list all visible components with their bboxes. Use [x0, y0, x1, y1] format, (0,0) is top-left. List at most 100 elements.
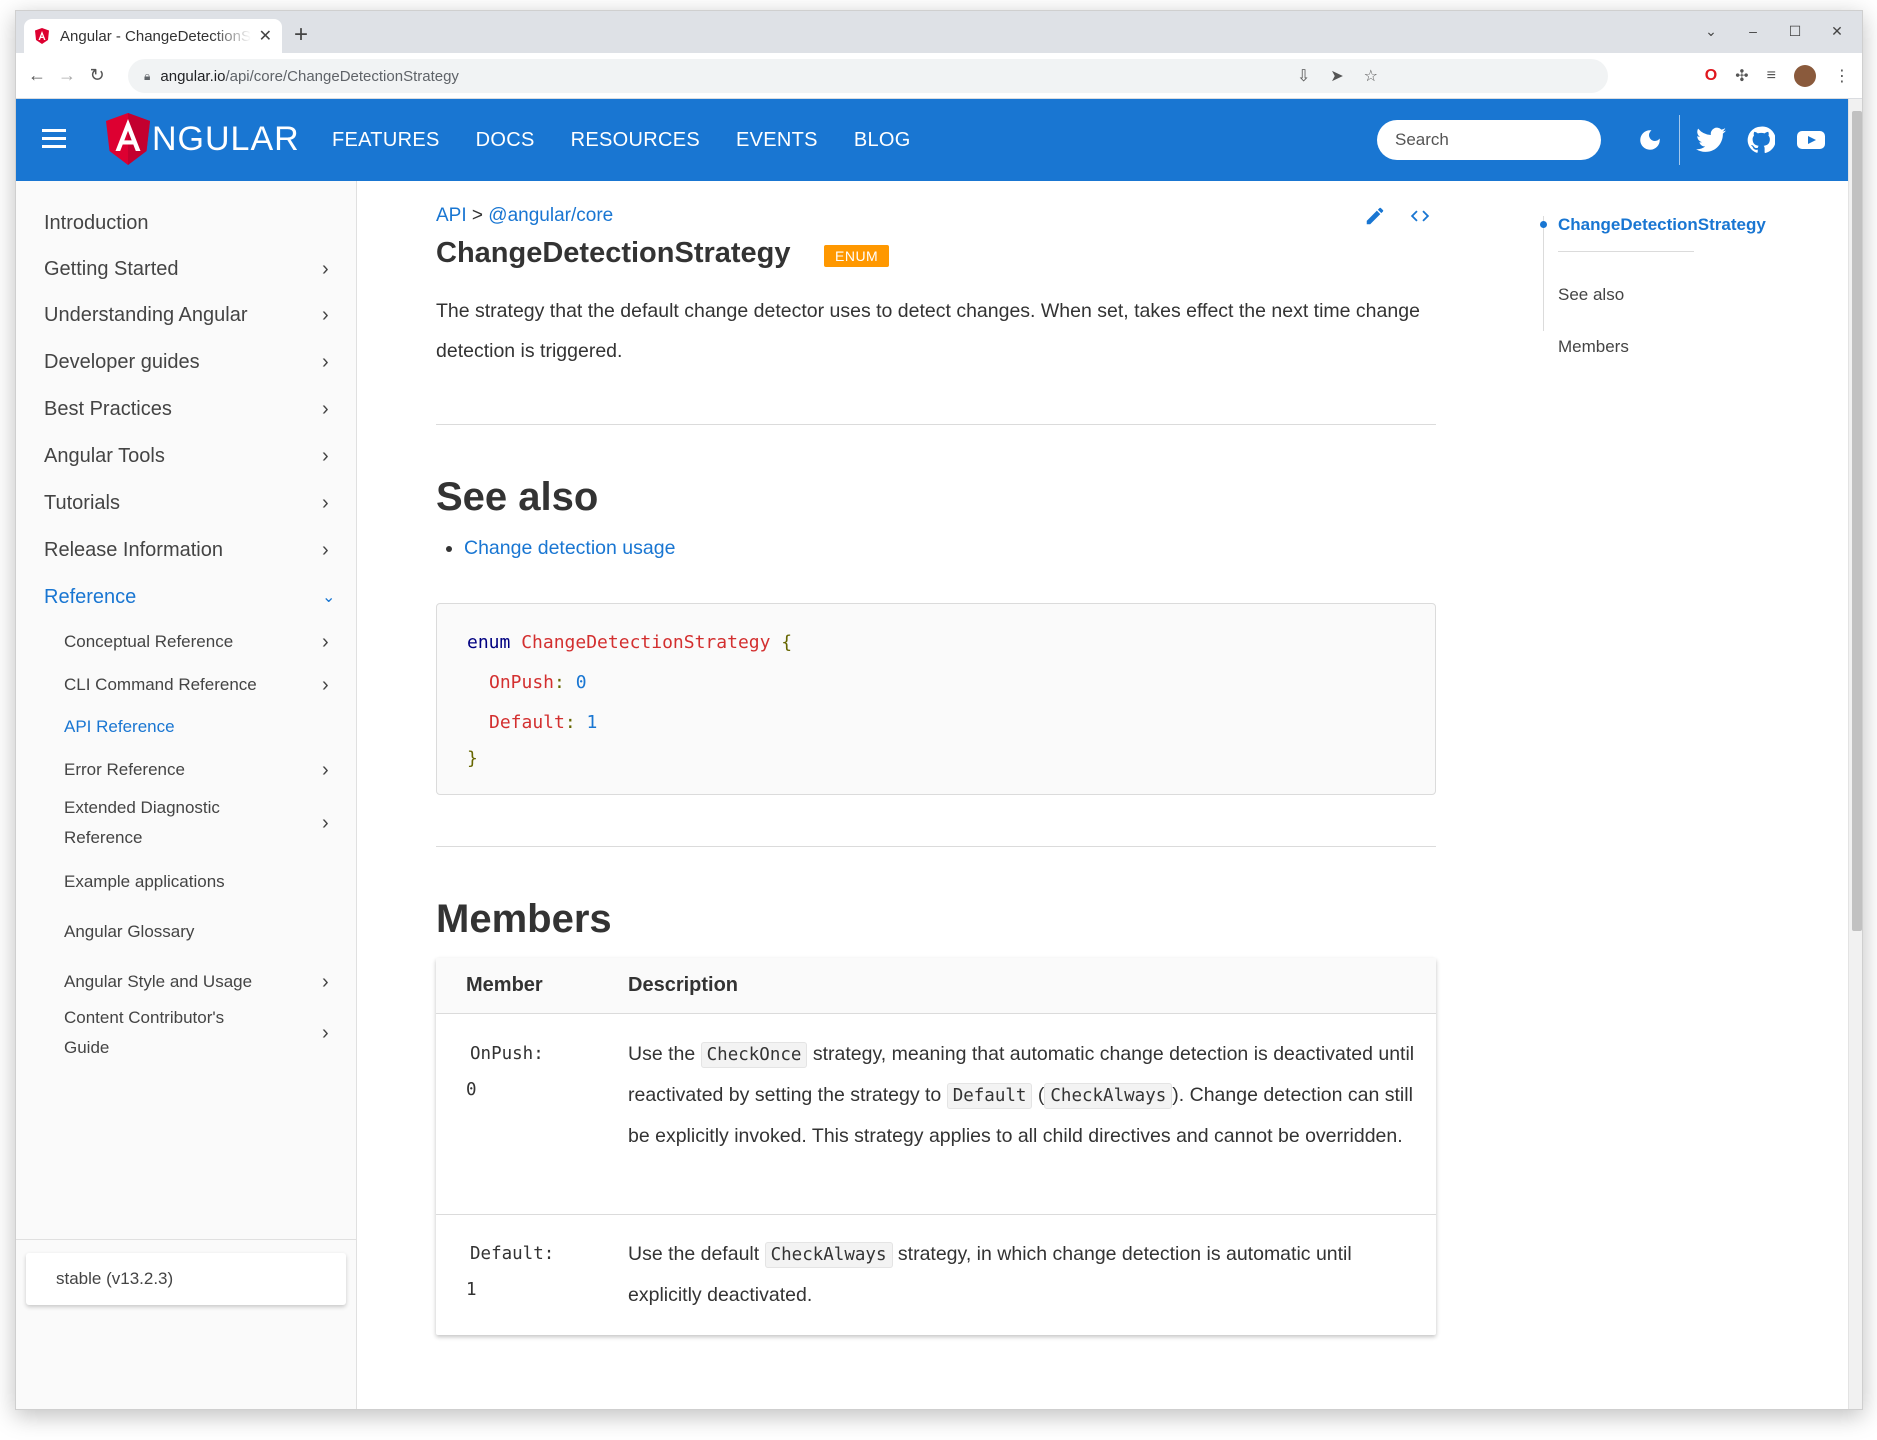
nav-resources[interactable]: RESOURCES: [571, 129, 700, 152]
page-description: The strategy that the default change det…: [436, 300, 1420, 362]
chevron-right-icon: ›: [322, 257, 329, 280]
back-icon[interactable]: ←: [22, 65, 52, 86]
chevron-right-icon: ›: [322, 970, 329, 993]
sidebar-item-conceptual-reference[interactable]: Conceptual Reference ›: [16, 625, 357, 659]
toc-item-see-also[interactable]: See also: [1558, 285, 1624, 305]
sidebar-item-label-group: Extended Diagnostic Reference: [64, 793, 220, 853]
version-selector[interactable]: stable (v13.2.3): [26, 1253, 346, 1305]
reading-list-icon[interactable]: ≡: [1767, 67, 1776, 85]
chevron-right-icon: ›: [322, 444, 329, 467]
nav-features[interactable]: FEATURES: [332, 129, 440, 152]
see-also-heading: See also: [436, 475, 599, 519]
scrollbar-thumb[interactable]: [1852, 111, 1862, 931]
send-icon[interactable]: ➤: [1330, 66, 1343, 86]
top-nav: FEATURES DOCS RESOURCES EVENTS BLOG: [332, 99, 911, 181]
tab-strip: Angular - ChangeDetectionStrategy ✕ + ⌄ …: [16, 11, 1862, 53]
sidebar-item-getting-started[interactable]: Getting Started ›: [16, 251, 357, 287]
browser-tab[interactable]: Angular - ChangeDetectionStrategy ✕: [24, 19, 282, 53]
chevron-right-icon: ›: [322, 491, 329, 514]
toc-item-changedetectionstrategy[interactable]: ChangeDetectionStrategy: [1558, 215, 1766, 235]
inline-code: Default: [946, 1083, 1033, 1109]
opera-icon[interactable]: O: [1705, 67, 1717, 85]
code-member: OnPush: [489, 672, 555, 693]
nav-blog[interactable]: BLOG: [854, 129, 911, 152]
edit-pencil-icon[interactable]: [1364, 205, 1386, 233]
sidebar-item-cli-command-reference[interactable]: CLI Command Reference ›: [16, 668, 357, 702]
toc-active-dot: [1540, 221, 1547, 228]
sidebar-item-tutorials[interactable]: Tutorials ›: [16, 485, 357, 521]
sidebar-item-label: Error Reference: [64, 760, 185, 779]
tab-close-icon[interactable]: ✕: [259, 26, 272, 46]
code-line-1: enum ChangeDetectionStrategy {: [467, 632, 792, 653]
profile-avatar[interactable]: [1794, 65, 1816, 87]
install-icon[interactable]: ⇩: [1297, 66, 1310, 86]
view-source-code-icon[interactable]: [1408, 205, 1432, 233]
member-description: Use the CheckOnce strategy, meaning that…: [628, 1034, 1418, 1156]
breadcrumb-api-link[interactable]: API: [436, 205, 467, 226]
angular-top-bar: NGULAR FEATURES DOCS RESOURCES EVENTS BL…: [16, 99, 1848, 181]
sidebar-item-example-applications[interactable]: Example applications: [16, 865, 357, 899]
reload-icon[interactable]: ↻: [82, 65, 112, 86]
tab-search-icon[interactable]: ⌄: [1704, 23, 1718, 40]
sidebar-item-understanding-angular[interactable]: Understanding Angular ›: [16, 297, 357, 333]
sidebar-item-content-contributors-guide[interactable]: Content Contributor's Guide ›: [16, 1001, 357, 1065]
url-path: /api/core/ChangeDetectionStrategy: [225, 67, 459, 85]
sidebar-item-label: Introduction: [44, 211, 149, 234]
sidebar-item-reference[interactable]: Reference ⌄: [16, 579, 357, 615]
nav-events[interactable]: EVENTS: [736, 129, 818, 152]
inline-code: CheckOnce: [700, 1042, 808, 1068]
twitter-icon[interactable]: [1694, 123, 1728, 157]
sidebar-item-label: Example applications: [64, 872, 225, 891]
code-keyword: enum: [467, 632, 511, 653]
breadcrumb-separator: >: [471, 205, 484, 226]
sidebar-item-release-information[interactable]: Release Information ›: [16, 532, 357, 568]
close-window-icon[interactable]: ✕: [1830, 23, 1844, 40]
sidebar-item-developer-guides[interactable]: Developer guides ›: [16, 344, 357, 380]
member-value: 0: [466, 1080, 477, 1100]
chevron-right-icon: ›: [322, 812, 329, 834]
chevron-right-icon: ›: [322, 1022, 329, 1044]
angular-logo[interactable]: NGULAR: [106, 113, 300, 165]
bookmark-star-icon[interactable]: ☆: [1364, 66, 1378, 86]
extensions-puzzle-icon[interactable]: ✣: [1735, 66, 1748, 86]
row-divider: [436, 1214, 1436, 1215]
change-detection-usage-link[interactable]: Change detection usage: [464, 537, 675, 559]
youtube-icon[interactable]: [1794, 123, 1828, 157]
chevron-right-icon: ›: [322, 758, 329, 781]
sidebar-item-api-reference[interactable]: API Reference: [16, 710, 357, 744]
dark-mode-icon[interactable]: [1633, 123, 1667, 157]
sidebar-item-angular-tools[interactable]: Angular Tools ›: [16, 438, 357, 474]
maximize-icon[interactable]: ☐: [1788, 23, 1802, 40]
vertical-scrollbar[interactable]: [1848, 99, 1862, 1409]
url-field[interactable]: 🔒︎ angular.io/api/core/ChangeDetectionSt…: [128, 59, 1608, 93]
chevron-right-icon: ›: [322, 673, 329, 696]
angular-shield-icon: [106, 113, 150, 165]
breadcrumb-package-link[interactable]: @angular/core: [488, 205, 613, 226]
nav-docs[interactable]: DOCS: [476, 129, 535, 152]
sidebar-item-angular-style-and-usage[interactable]: Angular Style and Usage ›: [16, 965, 357, 999]
sidebar-item-label: CLI Command Reference: [64, 675, 257, 694]
sidebar-item-introduction[interactable]: Introduction: [16, 205, 357, 241]
chevron-right-icon: ›: [322, 630, 329, 653]
divider: [1679, 115, 1680, 165]
sidebar-item-label: Angular Tools: [44, 444, 165, 467]
sidebar-item-label: Developer guides: [44, 350, 200, 373]
search-input[interactable]: [1377, 120, 1601, 160]
breadcrumb: API > @angular/core: [436, 205, 613, 227]
minimize-icon[interactable]: –: [1746, 23, 1760, 40]
github-icon[interactable]: [1744, 123, 1778, 157]
browser-window: Angular - ChangeDetectionStrategy ✕ + ⌄ …: [15, 10, 1863, 1410]
divider: [16, 1239, 357, 1240]
chevron-right-icon: ›: [322, 303, 329, 326]
sidebar-item-best-practices[interactable]: Best Practices ›: [16, 391, 357, 427]
forward-icon[interactable]: →: [52, 65, 82, 86]
new-tab-icon[interactable]: +: [294, 21, 308, 49]
sidebar-item-extended-diagnostic-reference[interactable]: Extended Diagnostic Reference ›: [16, 791, 357, 855]
sidebar-item-angular-glossary[interactable]: Angular Glossary: [16, 915, 357, 949]
members-heading: Members: [436, 897, 612, 941]
toc-item-members[interactable]: Members: [1558, 337, 1629, 357]
menu-kebab-icon[interactable]: ⋮: [1834, 66, 1850, 86]
hamburger-menu-icon[interactable]: [42, 129, 66, 153]
sidebar-item-error-reference[interactable]: Error Reference ›: [16, 753, 357, 787]
address-bar: ← → ↻ 🔒︎ angular.io/api/core/ChangeDetec…: [16, 53, 1862, 99]
